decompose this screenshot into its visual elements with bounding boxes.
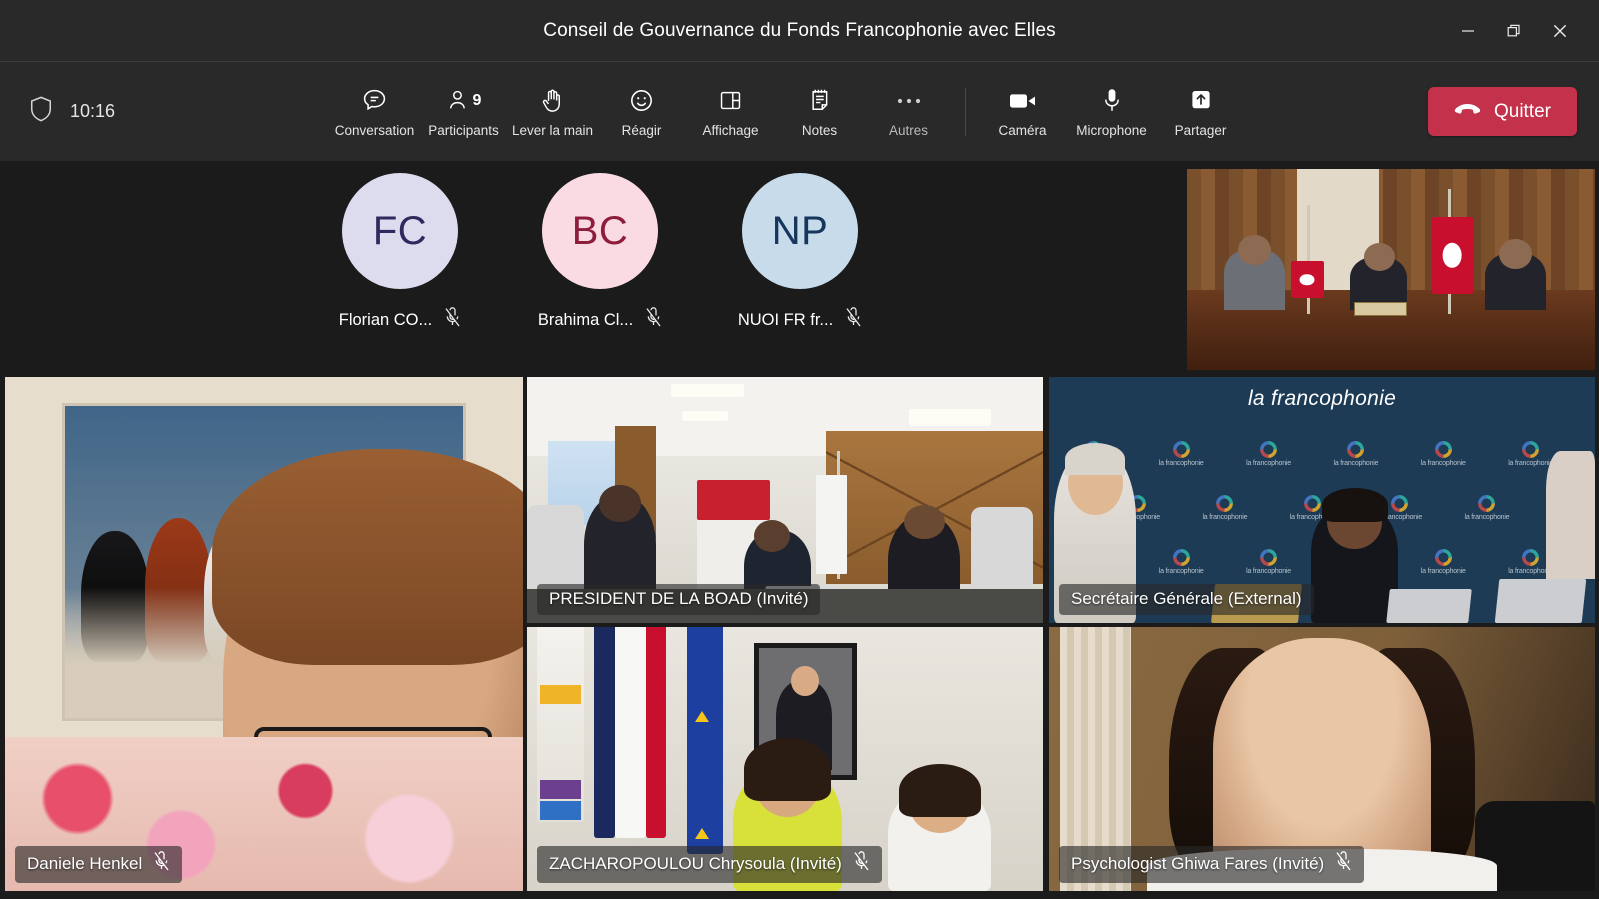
video-tile-tunisia[interactable] — [1187, 169, 1595, 370]
participant-name: NUOI FR fr... — [738, 311, 833, 330]
meeting-toolbar: 10:16 Conversation 9 — [0, 61, 1599, 161]
participant-name: Psychologist Ghiwa Fares (Invité) — [1071, 854, 1324, 874]
window-controls — [1445, 0, 1599, 61]
toolbar-label-view: Affichage — [702, 123, 758, 138]
tile-label-zacharopoulou: ZACHAROPOULOU Chrysoula (Invité) — [537, 846, 882, 883]
meeting-title: Conseil de Gouvernance du Fonds Francoph… — [543, 20, 1055, 42]
participant-avatar-tile[interactable]: NP NUOI FR fr... — [730, 173, 870, 373]
camera-icon — [1008, 86, 1038, 116]
people-icon: 9 — [446, 86, 482, 116]
tile-label-ghiwa-fares: Psychologist Ghiwa Fares (Invité) — [1059, 846, 1364, 883]
toolbar-button-conversation[interactable]: Conversation — [330, 73, 419, 151]
meeting-stage: FC Florian CO... BC — [0, 161, 1599, 899]
minimize-icon[interactable] — [1445, 0, 1491, 61]
toolbar-button-more[interactable]: Autres — [864, 73, 953, 151]
share-screen-icon — [1188, 86, 1214, 116]
tile-label-boad: PRESIDENT DE LA BOAD (Invité) — [537, 584, 820, 615]
toolbar-button-raise-hand[interactable]: Lever la main — [508, 73, 597, 151]
ellipsis-icon — [896, 86, 922, 116]
toolbar-label-camera: Caméra — [998, 123, 1046, 138]
teams-meeting-window: Conseil de Gouvernance du Fonds Francoph… — [0, 0, 1599, 899]
mic-muted-icon — [853, 851, 870, 877]
avatar: BC — [542, 173, 658, 289]
toolbar-label-participants: Participants — [428, 123, 499, 138]
audio-only-participants: FC Florian CO... BC — [330, 173, 890, 373]
avatar-initials: NP — [772, 209, 829, 254]
toolbar-button-react[interactable]: Réagir — [597, 73, 686, 151]
avatar-meta: Brahima Cl... — [538, 307, 662, 333]
participant-avatar-tile[interactable]: BC Brahima Cl... — [530, 173, 670, 373]
toolbar-button-notes[interactable]: Notes — [775, 73, 864, 151]
toolbar-button-participants[interactable]: 9 Participants — [419, 73, 508, 151]
participant-name: Florian CO... — [339, 311, 433, 330]
restore-icon[interactable] — [1491, 0, 1537, 61]
toolbar-right: Quitter — [1406, 87, 1599, 136]
video-tile-ghiwa-fares[interactable]: Psychologist Ghiwa Fares (Invité) — [1049, 627, 1595, 891]
participant-name: Daniele Henkel — [27, 854, 142, 874]
avatar-initials: BC — [572, 209, 629, 254]
video-tile-boad[interactable]: PRESIDENT DE LA BOAD (Invité) — [527, 377, 1043, 623]
leave-button-label: Quitter — [1494, 101, 1551, 123]
video-tile-henkel[interactable]: Daniele Henkel — [5, 377, 523, 891]
tile-label-henkel: Daniele Henkel — [15, 846, 182, 883]
toolbar-button-camera[interactable]: Caméra — [978, 73, 1067, 151]
toolbar-button-view[interactable]: Affichage — [686, 73, 775, 151]
shield-icon — [28, 95, 54, 128]
toolbar-center: Conversation 9 Participants — [330, 73, 1245, 151]
smiley-icon — [628, 86, 655, 116]
close-icon[interactable] — [1537, 0, 1583, 61]
toolbar-button-share[interactable]: Partager — [1156, 73, 1245, 151]
toolbar-label-conversation: Conversation — [335, 123, 415, 138]
meeting-timer: 10:16 — [70, 101, 115, 122]
mic-muted-icon — [153, 851, 170, 877]
toolbar-left: 10:16 — [0, 95, 330, 128]
title-bar: Conseil de Gouvernance du Fonds Francoph… — [0, 0, 1599, 61]
tile-label-secretaire-generale: Secrétaire Générale (External) — [1059, 584, 1314, 615]
avatar-initials: FC — [373, 209, 427, 254]
avatar: NP — [742, 173, 858, 289]
raise-hand-icon — [540, 86, 565, 116]
participant-name: ZACHAROPOULOU Chrysoula (Invité) — [549, 854, 842, 874]
mic-muted-icon — [444, 307, 461, 333]
toolbar-separator — [965, 88, 966, 136]
mic-muted-icon — [845, 307, 862, 333]
participant-name: PRESIDENT DE LA BOAD (Invité) — [549, 589, 808, 609]
toolbar-label-microphone: Microphone — [1076, 123, 1147, 138]
participant-avatar-tile[interactable]: FC Florian CO... — [330, 173, 470, 373]
video-feed — [5, 377, 523, 891]
toolbar-label-notes: Notes — [802, 123, 837, 138]
toolbar-label-share: Partager — [1175, 123, 1227, 138]
chat-icon — [361, 86, 388, 116]
participants-count: 9 — [473, 92, 482, 110]
hangup-icon — [1454, 101, 1481, 123]
avatar-meta: NUOI FR fr... — [738, 307, 862, 333]
toolbar-label-raise-hand: Lever la main — [512, 123, 593, 138]
avatar: FC — [342, 173, 458, 289]
video-feed — [1187, 169, 1595, 370]
toolbar-button-microphone[interactable]: Microphone — [1067, 73, 1156, 151]
participant-name: Secrétaire Générale (External) — [1071, 589, 1302, 609]
video-tile-secretaire-generale[interactable]: la francophonie la francophonie la franc… — [1049, 377, 1595, 623]
notes-icon — [808, 86, 832, 116]
microphone-icon — [1102, 86, 1122, 116]
toolbar-label-react: Réagir — [622, 123, 662, 138]
participant-name: Brahima Cl... — [538, 311, 633, 330]
mic-muted-icon — [645, 307, 662, 333]
mic-muted-icon — [1335, 851, 1352, 877]
video-tile-zacharopoulou[interactable]: ZACHAROPOULOU Chrysoula (Invité) — [527, 627, 1043, 891]
leave-button[interactable]: Quitter — [1428, 87, 1577, 136]
layout-grid-icon — [718, 86, 743, 116]
avatar-meta: Florian CO... — [339, 307, 462, 333]
toolbar-label-more: Autres — [889, 123, 928, 138]
